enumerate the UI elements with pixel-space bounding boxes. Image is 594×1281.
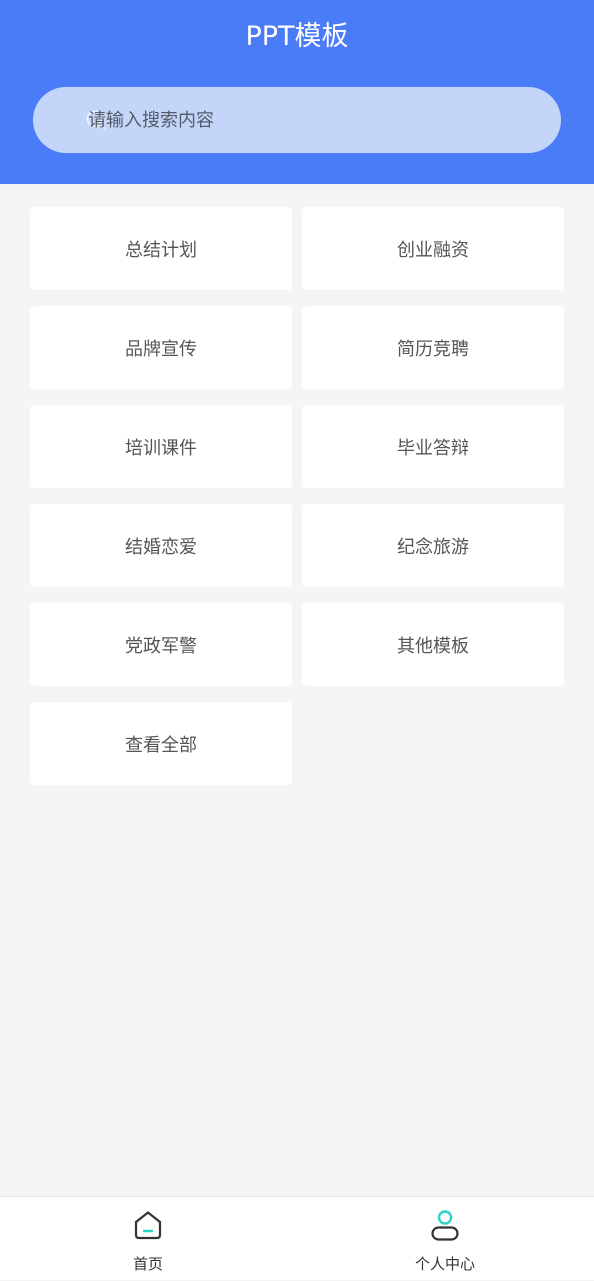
search-input[interactable] — [88, 104, 518, 136]
category-card-graduation[interactable]: 毕业答辩 — [302, 405, 564, 488]
tab-profile[interactable]: 个人中心 — [385, 1197, 505, 1281]
category-card-training[interactable]: 培训课件 — [30, 405, 292, 488]
header: PPT模板 — [0, 0, 594, 184]
category-card-startup-financing[interactable]: 创业融资 — [302, 207, 564, 290]
category-card-wedding[interactable]: 结婚恋爱 — [30, 504, 292, 587]
page-title: PPT模板 — [245, 21, 349, 52]
category-card-travel[interactable]: 纪念旅游 — [302, 504, 564, 587]
tab-profile-label: 个人中心 — [414, 1255, 475, 1273]
category-card-other[interactable]: 其他模板 — [302, 603, 564, 686]
category-card-brand-promotion[interactable]: 品牌宣传 — [30, 306, 292, 389]
view-all-button[interactable]: 查看全部 — [30, 702, 292, 785]
tab-home[interactable]: 首页 — [88, 1197, 208, 1281]
category-grid: 总结计划 创业融资 品牌宣传 简历竞聘 培训课件 毕业答辩 结婚恋爱 纪念旅游 … — [30, 207, 564, 785]
category-card-summary-plan[interactable]: 总结计划 — [30, 207, 292, 290]
bottom-tab-bar: 首页 个人中心 — [0, 1196, 594, 1280]
category-card-party-gov[interactable]: 党政军警 — [30, 603, 292, 686]
category-card-resume[interactable]: 简历竞聘 — [302, 306, 564, 389]
tab-home-label: 首页 — [132, 1255, 163, 1273]
